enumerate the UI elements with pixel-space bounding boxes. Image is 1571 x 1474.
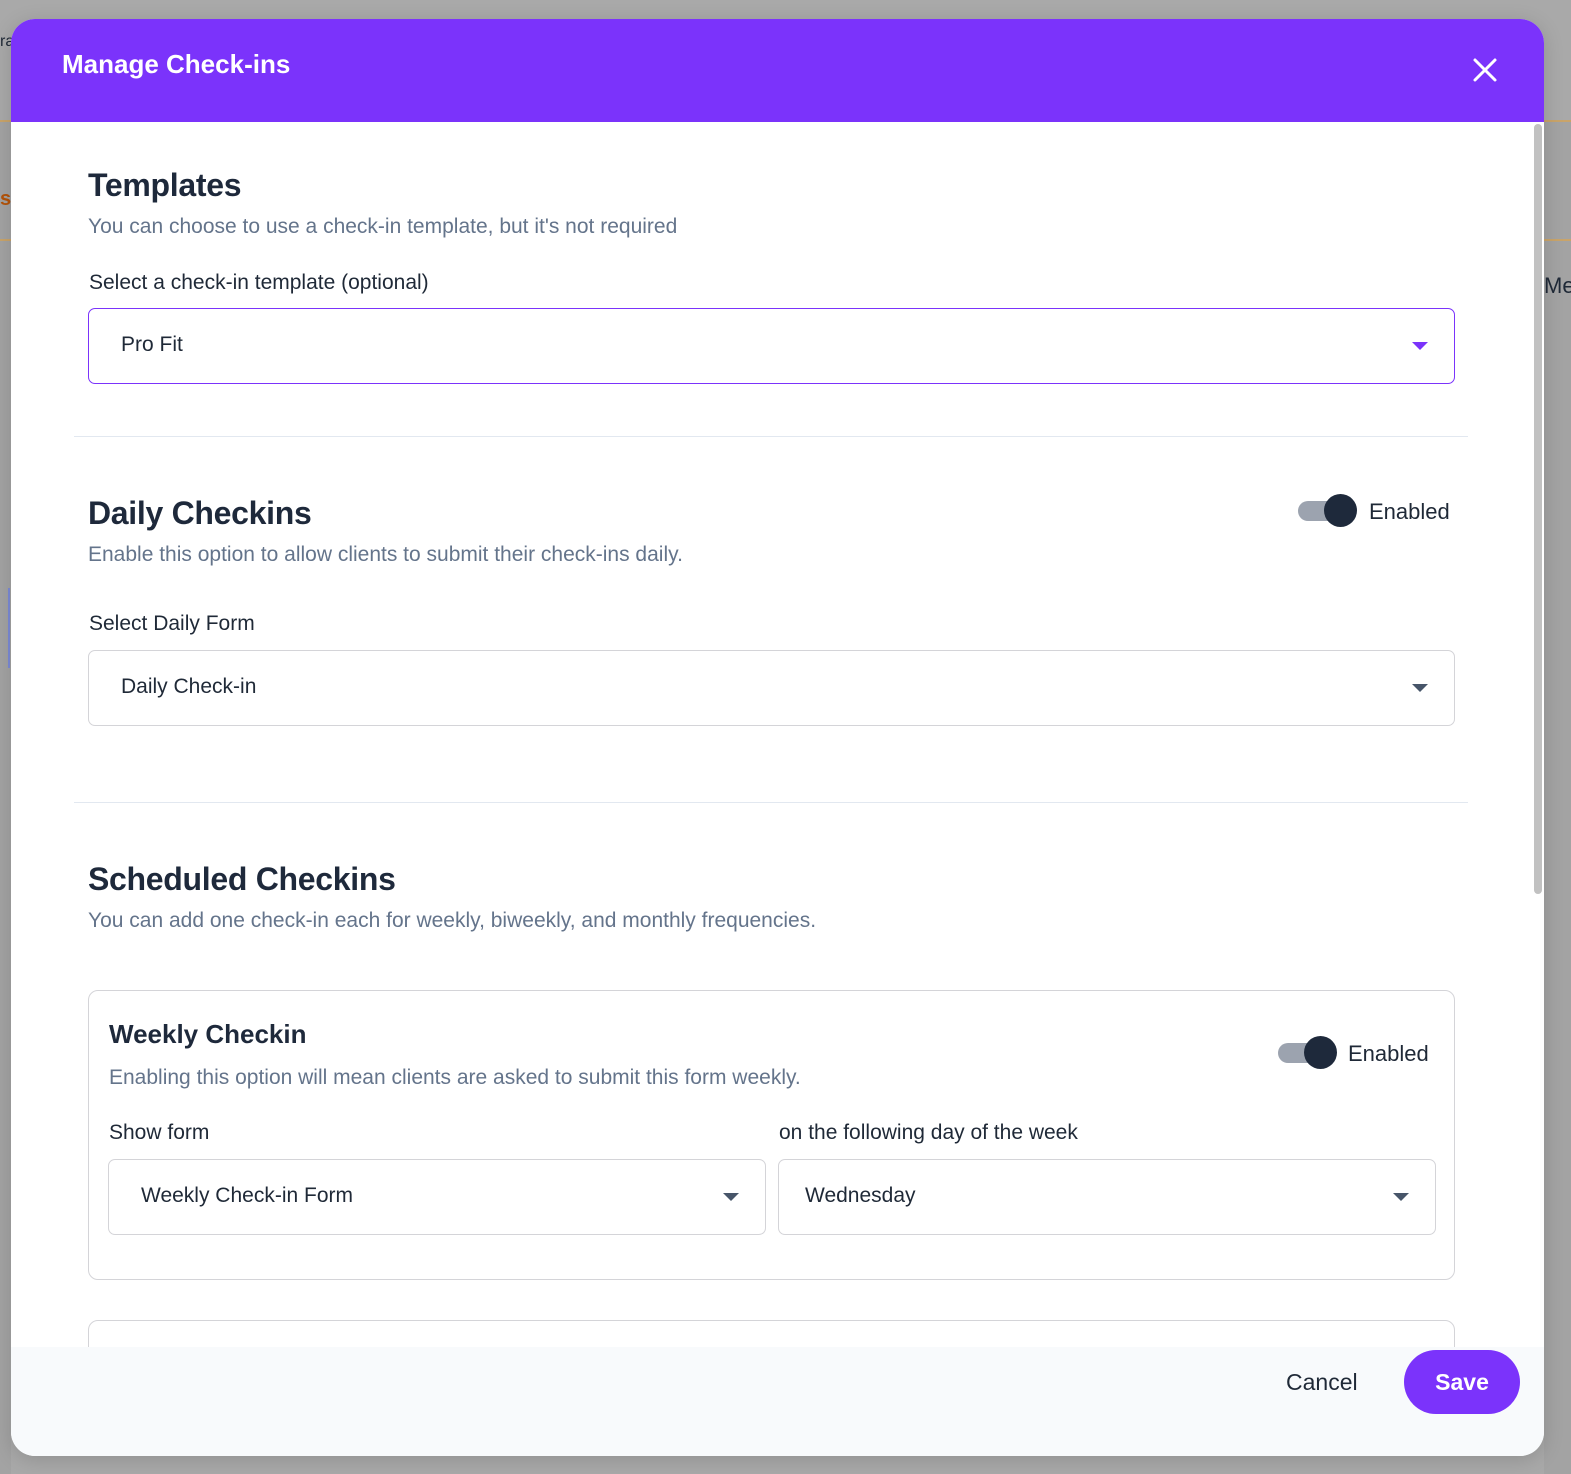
template-select-value: Pro Fit — [121, 333, 183, 356]
cancel-button[interactable]: Cancel — [1286, 1369, 1358, 1396]
template-select-label: Select a check-in template (optional) — [89, 271, 429, 294]
weekly-form-value: Weekly Check-in Form — [141, 1184, 353, 1207]
weekly-form-label: Show form — [109, 1121, 210, 1144]
background-divider — [0, 239, 11, 241]
close-button[interactable] — [1468, 53, 1502, 87]
scheduled-checkins-title: Scheduled Checkins — [88, 861, 396, 897]
weekly-day-value: Wednesday — [805, 1184, 916, 1207]
chevron-down-icon — [1412, 684, 1428, 692]
scrollbar-thumb[interactable] — [1534, 124, 1542, 894]
close-icon — [1473, 58, 1497, 82]
manage-checkins-modal: Manage Check-ins Templates You can choos… — [11, 19, 1544, 1456]
modal-footer — [11, 1347, 1544, 1456]
background-divider — [1544, 239, 1571, 241]
weekly-checkin-description: Enabling this option will mean clients a… — [109, 1066, 801, 1089]
background-text-fragment: Me — [1544, 273, 1571, 298]
template-select[interactable]: Pro Fit — [88, 308, 1455, 384]
daily-enabled-toggle[interactable] — [1298, 494, 1357, 528]
weekly-enabled-toggle[interactable] — [1278, 1036, 1337, 1070]
section-divider — [74, 436, 1468, 437]
chevron-down-icon — [1412, 342, 1428, 350]
daily-checkins-title: Daily Checkins — [88, 495, 312, 531]
weekly-form-select[interactable]: Weekly Check-in Form — [108, 1159, 766, 1235]
daily-checkins-description: Enable this option to allow clients to s… — [88, 543, 683, 566]
daily-toggle-label: Enabled — [1369, 499, 1450, 524]
background-divider — [0, 120, 11, 122]
section-divider — [74, 802, 1468, 803]
chevron-down-icon — [723, 1193, 739, 1201]
weekly-checkin-title: Weekly Checkin — [109, 1019, 307, 1049]
weekly-checkin-card: Weekly Checkin Enabling this option will… — [88, 990, 1455, 1280]
background-right-strip — [1544, 120, 1571, 1474]
weekly-day-label: on the following day of the week — [779, 1121, 1078, 1144]
weekly-toggle-label: Enabled — [1348, 1041, 1429, 1066]
templates-description: You can choose to use a check-in templat… — [88, 215, 678, 238]
daily-form-value: Daily Check-in — [121, 675, 257, 698]
chevron-down-icon — [1393, 1193, 1409, 1201]
toggle-knob — [1304, 1036, 1337, 1069]
modal-header: Manage Check-ins — [11, 19, 1544, 122]
background-divider — [8, 588, 10, 668]
scheduled-checkins-description: You can add one check-in each for weekly… — [88, 909, 817, 932]
daily-form-label: Select Daily Form — [89, 612, 255, 635]
save-button[interactable]: Save — [1404, 1350, 1520, 1414]
templates-title: Templates — [88, 167, 242, 203]
daily-form-select[interactable]: Daily Check-in — [88, 650, 1455, 726]
background-left-strip — [0, 120, 11, 1474]
background-divider — [1544, 120, 1571, 122]
weekly-day-select[interactable]: Wednesday — [778, 1159, 1436, 1235]
background-text-fragment: s — [0, 188, 12, 210]
toggle-knob — [1324, 494, 1357, 527]
modal-title: Manage Check-ins — [62, 49, 291, 79]
